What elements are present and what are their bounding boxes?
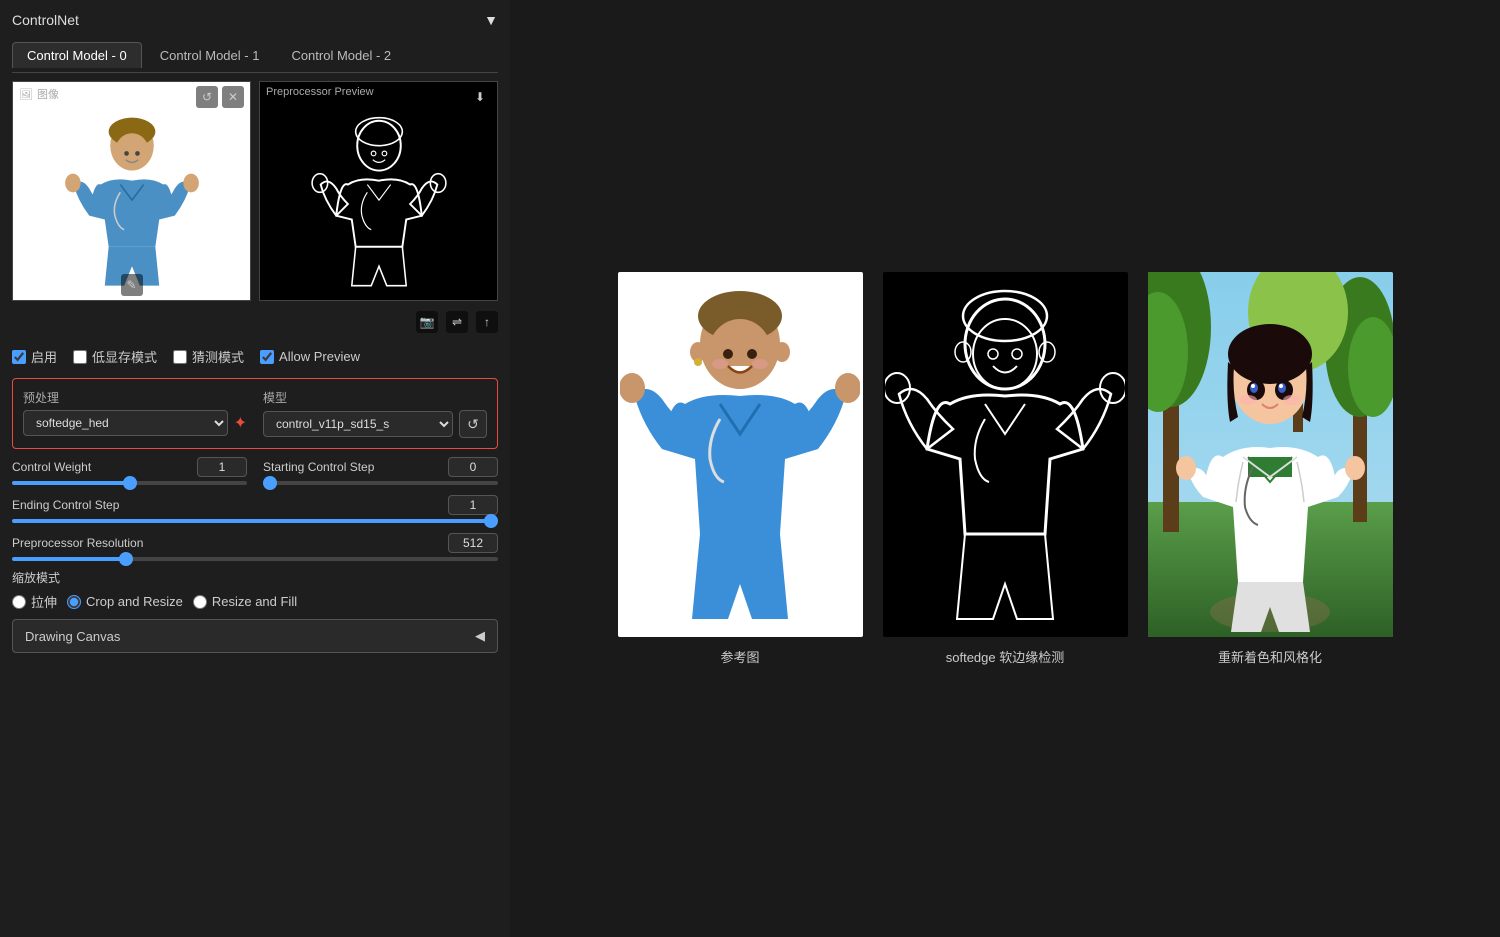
preprocess-row: 预处理 softedge_hed ✦ 模型 control_v11p_sd15_… <box>23 389 487 438</box>
edge-image-card: softedge 软边缘检测 <box>883 272 1128 666</box>
model-select-row: control_v11p_sd15_s ↺ <box>263 410 487 438</box>
images-row: 参考图 <box>618 272 1393 666</box>
preprocess-section: 预处理 softedge_hed ✦ 模型 control_v11p_sd15_… <box>12 378 498 449</box>
model-col: 模型 control_v11p_sd15_s ↺ <box>263 389 487 438</box>
close-original-button[interactable]: ✕ <box>222 86 244 108</box>
swap-button[interactable]: ⇌ <box>446 311 468 333</box>
tab-control-1[interactable]: Control Model - 1 <box>146 42 274 68</box>
previews-row: 🖼 图像 ↺ ✕ <box>12 81 498 301</box>
fill-radio[interactable] <box>193 595 207 609</box>
ending-step-header: Ending Control Step 1 <box>12 495 498 515</box>
ending-step-slider[interactable] <box>12 519 498 523</box>
reference-image-caption: 参考图 <box>720 647 759 666</box>
preprocessor-preview: Preprocessor Preview ⬇ <box>259 81 498 301</box>
preprocessor-image-area <box>260 82 497 300</box>
right-panel: 参考图 <box>510 0 1500 937</box>
panel-header: ControlNet ▼ <box>12 12 498 34</box>
anime-background-svg <box>1148 272 1393 637</box>
enable-checkbox[interactable] <box>12 350 26 364</box>
preprocessor-select-row: softedge_hed ✦ <box>23 410 247 436</box>
low-vram-checkbox[interactable] <box>73 350 87 364</box>
starting-step-slider-row: Starting Control Step 0 <box>263 457 498 485</box>
download-preview-button[interactable]: ⬇ <box>469 86 491 108</box>
panel-title: ControlNet <box>12 12 79 28</box>
original-bottom-controls: ✎ <box>121 274 143 296</box>
scale-section: 缩放模式 拉伸 Crop and Resize Resize and Fill <box>12 569 498 611</box>
allow-preview-checkbox[interactable] <box>260 350 274 364</box>
control-weight-slider[interactable] <box>12 481 247 485</box>
preproc-res-header: Preprocessor Resolution 512 <box>12 533 498 553</box>
edge-nurse-svg <box>885 274 1125 634</box>
guess-mode-checkbox[interactable] <box>173 350 187 364</box>
camera-button[interactable]: 📷 <box>416 311 438 333</box>
original-image-area <box>13 82 250 300</box>
reference-nurse-svg <box>620 274 860 634</box>
control-weight-value[interactable]: 1 <box>197 457 247 477</box>
preproc-res-slider-row: Preprocessor Resolution 512 <box>12 533 498 561</box>
tabs-row: Control Model - 0 Control Model - 1 Cont… <box>12 42 498 73</box>
preprocessor-preview-label: Preprocessor Preview <box>266 86 374 98</box>
control-weight-slider-row: Control Weight 1 <box>12 457 247 485</box>
scale-mode-label: 缩放模式 <box>12 569 498 586</box>
control-weight-label: Control Weight <box>12 460 91 474</box>
dual-slider-row: Control Weight 1 Starting Control Step 0 <box>12 457 498 485</box>
drawing-canvas-label: Drawing Canvas <box>25 629 120 644</box>
actions-row: 📷 ⇌ ↑ <box>12 309 498 335</box>
original-preview-controls: ↺ ✕ <box>196 86 244 108</box>
ending-step-label: Ending Control Step <box>12 498 119 512</box>
slider-section: Control Weight 1 Starting Control Step 0… <box>12 457 498 561</box>
nurse-figure-edge <box>309 114 449 294</box>
star-icon: ✦ <box>234 413 247 433</box>
collapse-icon[interactable]: ▼ <box>484 12 498 28</box>
tab-control-0[interactable]: Control Model - 0 <box>12 42 142 68</box>
low-vram-checkbox-label[interactable]: 低显存模式 <box>73 347 157 366</box>
guess-mode-checkbox-label[interactable]: 猜测模式 <box>173 347 244 366</box>
fill-radio-label[interactable]: Resize and Fill <box>193 594 297 609</box>
starting-step-slider[interactable] <box>263 481 498 485</box>
anime-image-card: 重新着色和风格化 <box>1148 272 1393 666</box>
preprocessor-col: 预处理 softedge_hed ✦ <box>23 389 247 438</box>
stretch-radio-label[interactable]: 拉伸 <box>12 592 57 611</box>
preprocessor-preview-controls: ⬇ <box>469 86 491 108</box>
starting-step-label: Starting Control Step <box>263 460 374 474</box>
nurse-figure-original <box>62 114 202 294</box>
original-preview: 🖼 图像 ↺ ✕ <box>12 81 251 301</box>
reference-image-container <box>618 272 863 637</box>
ending-step-slider-row: Ending Control Step 1 <box>12 495 498 523</box>
model-select[interactable]: control_v11p_sd15_s <box>263 411 453 437</box>
preprocessor-label: 预处理 <box>23 389 247 406</box>
refresh-image-button[interactable]: ↺ <box>196 86 218 108</box>
upload-button[interactable]: ↑ <box>476 311 498 333</box>
crop-radio[interactable] <box>67 595 81 609</box>
starting-step-header: Starting Control Step 0 <box>263 457 498 477</box>
drawing-canvas-collapse-icon: ◀ <box>475 628 485 644</box>
edge-image-caption: softedge 软边缘检测 <box>946 647 1065 666</box>
tab-control-2[interactable]: Control Model - 2 <box>277 42 405 68</box>
pencil-button[interactable]: ✎ <box>121 274 143 296</box>
options-row: 启用 低显存模式 猜测模式 Allow Preview <box>12 343 498 370</box>
preprocessor-select[interactable]: softedge_hed <box>23 410 228 436</box>
preproc-res-slider[interactable] <box>12 557 498 561</box>
enable-checkbox-label[interactable]: 启用 <box>12 347 57 366</box>
reference-image-card: 参考图 <box>618 272 863 666</box>
anime-image-container <box>1148 272 1393 637</box>
preproc-res-value[interactable]: 512 <box>448 533 498 553</box>
drawing-canvas-row[interactable]: Drawing Canvas ◀ <box>12 619 498 653</box>
scale-mode-radio-group: 拉伸 Crop and Resize Resize and Fill <box>12 592 498 611</box>
anime-image-caption: 重新着色和风格化 <box>1218 647 1322 666</box>
preproc-res-label: Preprocessor Resolution <box>12 536 143 550</box>
model-label: 模型 <box>263 389 487 406</box>
ending-step-value[interactable]: 1 <box>448 495 498 515</box>
model-refresh-button[interactable]: ↺ <box>459 410 487 438</box>
edge-image-container <box>883 272 1128 637</box>
original-preview-label: 🖼 图像 <box>19 86 59 102</box>
left-panel: ControlNet ▼ Control Model - 0 Control M… <box>0 0 510 937</box>
starting-step-value[interactable]: 0 <box>448 457 498 477</box>
crop-radio-label[interactable]: Crop and Resize <box>67 594 183 609</box>
control-weight-header: Control Weight 1 <box>12 457 247 477</box>
allow-preview-checkbox-label[interactable]: Allow Preview <box>260 349 360 364</box>
stretch-radio[interactable] <box>12 595 26 609</box>
image-icon: 🖼 <box>19 88 33 101</box>
